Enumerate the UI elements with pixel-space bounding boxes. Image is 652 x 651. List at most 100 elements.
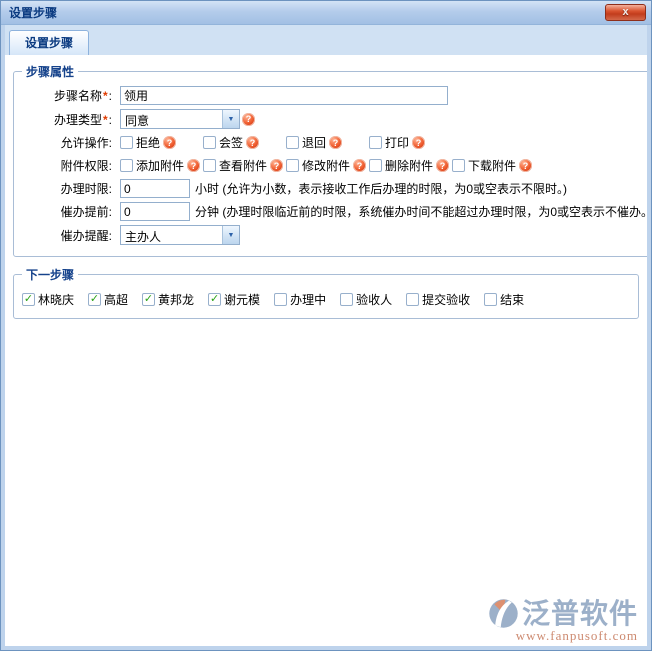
- checkbox-label: 提交验收: [422, 291, 470, 308]
- checkbox-label: 办理中: [290, 291, 326, 308]
- tab-set-steps[interactable]: 设置步骤: [9, 30, 89, 55]
- dialog-titlebar: 设置步骤 x: [1, 1, 651, 25]
- checkbox-option: 谢元模: [208, 291, 261, 308]
- checkbox[interactable]: [120, 136, 133, 149]
- dialog-window: 设置步骤 x 设置步骤 步骤属性 步骤名称*: 办理类型*: 同意 ▼ ? 允许…: [0, 0, 652, 651]
- dialog-body: 步骤属性 步骤名称*: 办理类型*: 同意 ▼ ? 允许操作:: [5, 55, 647, 646]
- checkbox-option: 删除附件 ?: [369, 157, 452, 174]
- remind-target-select[interactable]: 主办人 ▼: [120, 225, 240, 245]
- help-icon[interactable]: ?: [353, 159, 366, 172]
- checkbox-option: 退回 ?: [286, 134, 369, 151]
- checkbox[interactable]: [369, 159, 382, 172]
- process-type-label: 办理类型*:: [22, 111, 112, 128]
- step-name-input[interactable]: [120, 86, 448, 105]
- checkbox-option: 打印 ?: [369, 134, 452, 151]
- next-steps-legend: 下一步骤: [22, 266, 78, 283]
- help-icon[interactable]: ?: [270, 159, 283, 172]
- remind-ahead-label: 催办提前:: [22, 203, 112, 220]
- checkbox[interactable]: [406, 293, 419, 306]
- checkbox[interactable]: [286, 159, 299, 172]
- checkbox-label: 修改附件: [302, 157, 350, 174]
- checkbox[interactable]: [452, 159, 465, 172]
- tab-label: 设置步骤: [25, 36, 73, 50]
- checkbox-option: 修改附件 ?: [286, 157, 369, 174]
- process-type-select[interactable]: 同意 ▼: [120, 109, 240, 129]
- checkbox[interactable]: [208, 293, 221, 306]
- checkbox-option: 下载附件 ?: [452, 157, 535, 174]
- step-properties-section: 步骤属性 步骤名称*: 办理类型*: 同意 ▼ ? 允许操作:: [13, 63, 647, 257]
- step-properties-legend: 步骤属性: [22, 63, 78, 80]
- dropdown-arrow-icon[interactable]: ▼: [222, 226, 239, 244]
- checkbox-option: 办理中: [274, 291, 327, 308]
- checkbox[interactable]: [203, 159, 216, 172]
- checkbox[interactable]: [120, 159, 133, 172]
- checkbox-option: 添加附件 ?: [120, 157, 203, 174]
- help-icon[interactable]: ?: [246, 136, 259, 149]
- allowed-operations-row: 允许操作: 拒绝 ? 会签 ?: [22, 133, 647, 152]
- help-icon[interactable]: ?: [187, 159, 200, 172]
- help-icon[interactable]: ?: [436, 159, 449, 172]
- attachment-permissions-label: 附件权限:: [22, 157, 112, 174]
- help-icon[interactable]: ?: [412, 136, 425, 149]
- close-icon: x: [622, 6, 628, 18]
- checkbox-option: 查看附件 ?: [203, 157, 286, 174]
- next-steps-group: 林晓庆 高超 黄邦龙: [22, 291, 538, 308]
- checkbox[interactable]: [88, 293, 101, 306]
- brand-logo-icon: [487, 597, 520, 630]
- attachment-permissions-row: 附件权限: 添加附件 ? 查看附件 ?: [22, 156, 647, 175]
- checkbox-option: 验收人: [340, 291, 393, 308]
- remind-ahead-row: 催办提前: 分钟 (办理时限临近前的时限，系统催办时间不能超过办理时限，为0或空…: [22, 202, 647, 221]
- checkbox-option: 提交验收: [406, 291, 471, 308]
- remind-ahead-hint: 分钟 (办理时限临近前的时限，系统催办时间不能超过办理时限，为0或空表示不催办。…: [195, 203, 647, 220]
- remind-ahead-input[interactable]: [120, 202, 190, 221]
- checkbox-label: 添加附件: [136, 157, 184, 174]
- checkbox[interactable]: [340, 293, 353, 306]
- dropdown-arrow-icon[interactable]: ▼: [222, 110, 239, 128]
- checkbox-label: 结束: [500, 291, 524, 308]
- next-steps-section: 下一步骤 林晓庆 高超: [13, 266, 639, 319]
- process-type-value: 同意: [121, 110, 222, 128]
- checkbox-label: 谢元模: [224, 291, 260, 308]
- step-name-label: 步骤名称*:: [22, 87, 112, 104]
- checkbox-label: 会签: [219, 134, 243, 151]
- checkbox-option: 高超: [88, 291, 129, 308]
- checkbox-option: 结束: [484, 291, 525, 308]
- help-icon[interactable]: ?: [242, 113, 255, 126]
- tab-strip: 设置步骤: [5, 25, 647, 55]
- remind-target-value: 主办人: [121, 226, 222, 244]
- checkbox-option: 拒绝 ?: [120, 134, 203, 151]
- process-type-row: 办理类型*: 同意 ▼ ?: [22, 109, 647, 129]
- required-mark: *: [103, 89, 108, 103]
- checkbox-label: 删除附件: [385, 157, 433, 174]
- brand-watermark: 泛普软件 www.fanpusoft.com: [487, 597, 638, 644]
- allowed-operations-group: 拒绝 ? 会签 ? 退回 ?: [120, 134, 452, 151]
- brand-url: www.fanpusoft.com: [487, 628, 638, 644]
- checkbox[interactable]: [203, 136, 216, 149]
- checkbox[interactable]: [22, 293, 35, 306]
- help-icon[interactable]: ?: [329, 136, 342, 149]
- time-limit-input[interactable]: [120, 179, 190, 198]
- time-limit-row: 办理时限: 小时 (允许为小数，表示接收工作后办理的时限，为0或空表示不限时。): [22, 179, 647, 198]
- required-mark: *: [103, 113, 108, 127]
- checkbox[interactable]: [484, 293, 497, 306]
- checkbox-label: 下载附件: [468, 157, 516, 174]
- help-icon[interactable]: ?: [519, 159, 532, 172]
- help-icon[interactable]: ?: [163, 136, 176, 149]
- checkbox-label: 高超: [104, 291, 128, 308]
- checkbox-label: 拒绝: [136, 134, 160, 151]
- time-limit-label: 办理时限:: [22, 180, 112, 197]
- checkbox-label: 黄邦龙: [158, 291, 194, 308]
- close-button[interactable]: x: [605, 4, 646, 21]
- checkbox-label: 打印: [385, 134, 409, 151]
- checkbox[interactable]: [142, 293, 155, 306]
- checkbox-option: 会签 ?: [203, 134, 286, 151]
- checkbox-label: 查看附件: [219, 157, 267, 174]
- checkbox[interactable]: [274, 293, 287, 306]
- attachment-permissions-group: 添加附件 ? 查看附件 ? 修改附件 ?: [120, 157, 535, 174]
- checkbox[interactable]: [286, 136, 299, 149]
- time-limit-hint: 小时 (允许为小数，表示接收工作后办理的时限，为0或空表示不限时。): [195, 180, 567, 197]
- checkbox-label: 林晓庆: [38, 291, 74, 308]
- step-name-row: 步骤名称*:: [22, 86, 647, 105]
- checkbox[interactable]: [369, 136, 382, 149]
- dialog-title: 设置步骤: [9, 4, 57, 21]
